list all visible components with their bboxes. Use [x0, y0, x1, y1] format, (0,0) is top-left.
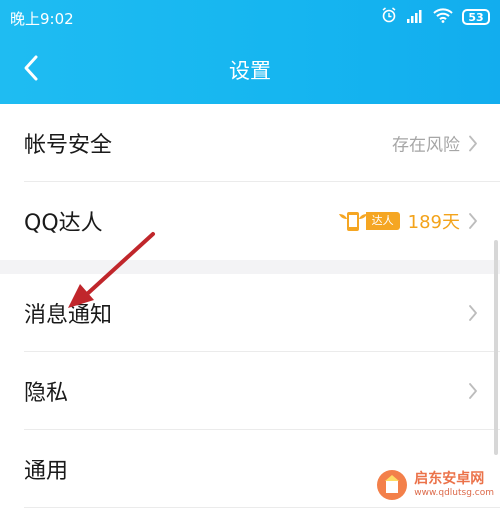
settings-list: 帐号安全 存在风险 QQ达人 达人 189天 消息通知 隐私 通用	[0, 104, 500, 508]
section-gap	[0, 260, 500, 274]
row-qq-daren[interactable]: QQ达人 达人 189天	[0, 182, 500, 260]
watermark-logo-icon	[377, 470, 408, 500]
chevron-right-icon	[469, 213, 477, 229]
days-count: 189天	[407, 212, 460, 233]
wifi-icon	[433, 7, 453, 27]
status-icons: 53	[381, 6, 490, 28]
chevron-right-icon	[469, 135, 477, 151]
scrollbar[interactable]	[494, 240, 498, 455]
battery-indicator: 53	[462, 9, 490, 25]
row-label: QQ达人	[24, 211, 103, 236]
app-header: 晚上9:02 53 设置	[0, 0, 500, 104]
status-time: 晚上9:02	[10, 10, 74, 28]
row-label: 帐号安全	[24, 133, 113, 158]
status-text: 存在风险	[392, 135, 460, 156]
page-title: 设置	[229, 59, 271, 83]
row-label: 消息通知	[24, 303, 113, 328]
row-label: 通用	[24, 459, 69, 484]
daren-phone-wings-icon	[338, 212, 367, 231]
row-notifications[interactable]: 消息通知	[0, 274, 500, 352]
status-bar: 晚上9:02 53	[0, 0, 500, 38]
watermark: 启东安卓网 www.qdlutsg.com	[376, 469, 494, 501]
watermark-url: www.qdlutsg.com	[414, 488, 494, 498]
chevron-right-icon	[469, 383, 477, 399]
watermark-name: 启东安卓网	[414, 471, 485, 487]
chevron-right-icon	[469, 305, 477, 321]
row-privacy[interactable]: 隐私	[0, 352, 500, 430]
row-label: 隐私	[24, 381, 69, 406]
signal-icon	[406, 8, 424, 27]
alarm-icon	[381, 7, 397, 27]
badge-label: 达人	[365, 212, 400, 230]
row-account-security[interactable]: 帐号安全 存在风险	[0, 104, 500, 182]
daren-badge: 达人	[338, 208, 400, 234]
